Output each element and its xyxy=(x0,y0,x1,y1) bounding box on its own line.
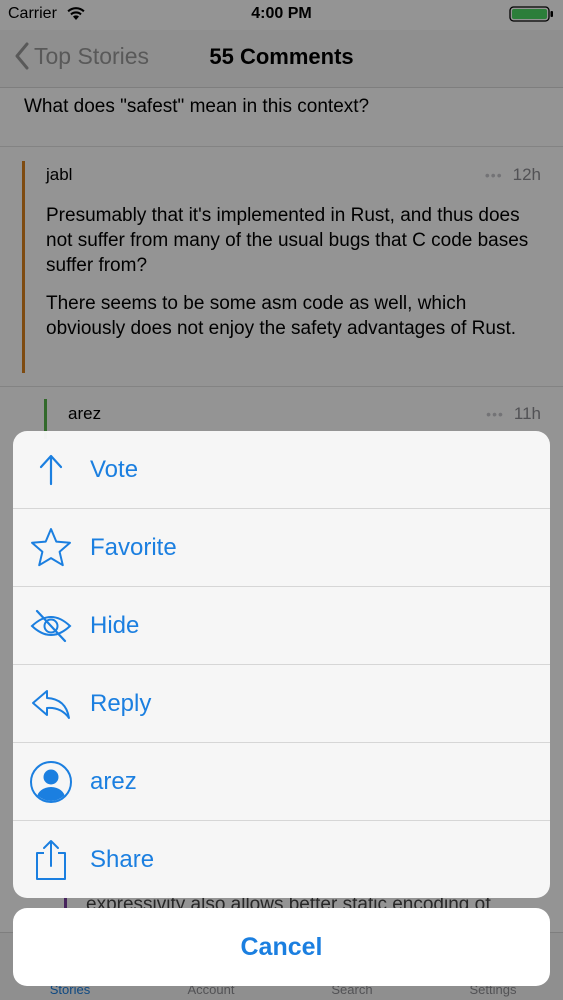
favorite-action[interactable]: Favorite xyxy=(13,509,550,587)
vote-action[interactable]: Vote xyxy=(13,431,550,509)
share-action[interactable]: Share xyxy=(13,821,550,898)
cancel-button-label: Cancel xyxy=(240,932,323,961)
star-icon xyxy=(29,526,73,570)
action-label: Hide xyxy=(90,612,140,639)
share-icon xyxy=(29,838,73,882)
cancel-button[interactable]: Cancel xyxy=(13,908,550,986)
action-label: Vote xyxy=(90,456,139,483)
arrow-up-icon xyxy=(29,448,73,492)
action-sheet: Vote Favorite Hide Reply arez Share xyxy=(13,431,550,898)
action-label: Favorite xyxy=(90,534,177,561)
user-circle-icon xyxy=(29,760,73,804)
reply-action[interactable]: Reply xyxy=(13,665,550,743)
action-label: arez xyxy=(90,768,137,795)
eye-slash-icon xyxy=(29,604,73,648)
action-label: Reply xyxy=(90,690,152,717)
hide-action[interactable]: Hide xyxy=(13,587,550,665)
action-label: Share xyxy=(90,846,155,873)
user-profile-action[interactable]: arez xyxy=(13,743,550,821)
reply-icon xyxy=(29,682,73,726)
